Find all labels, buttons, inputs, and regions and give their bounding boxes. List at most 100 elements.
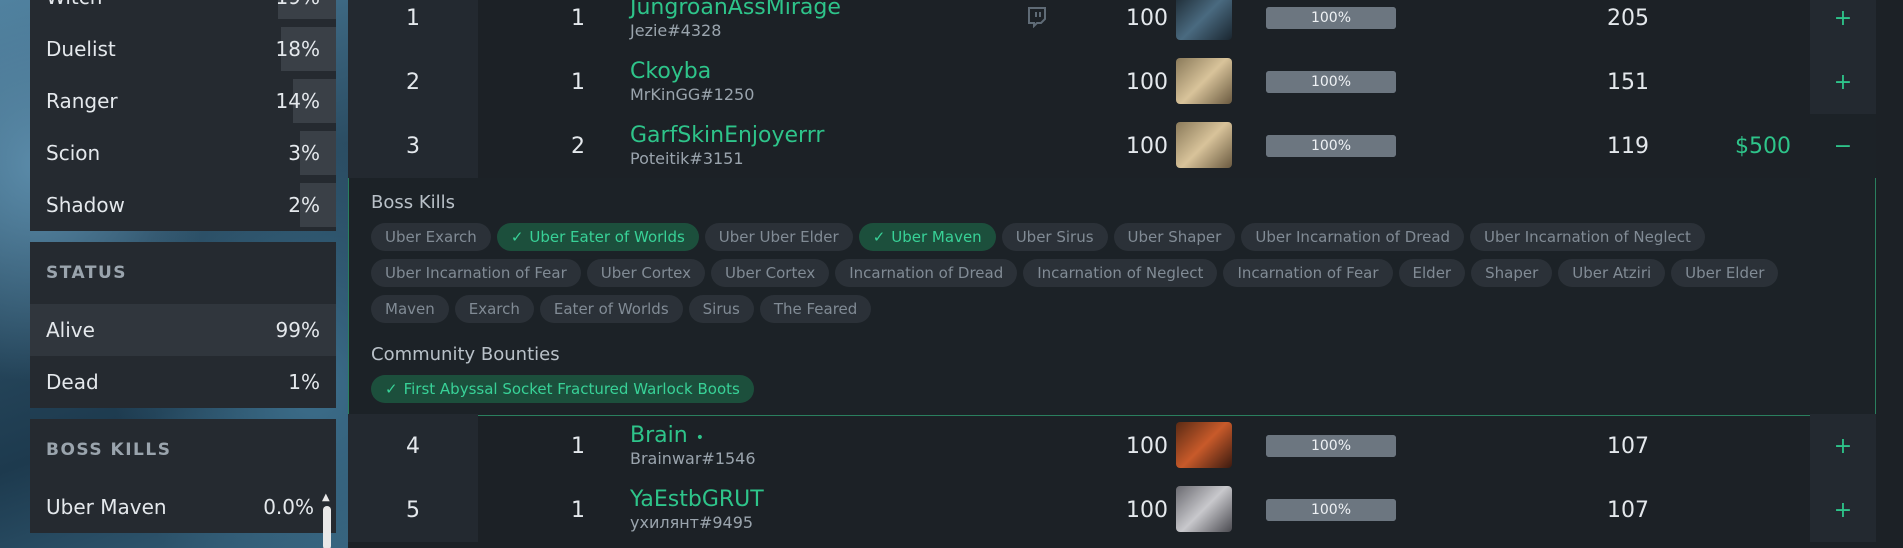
chip-label: Incarnation of Fear xyxy=(1237,264,1379,282)
class-filter-item[interactable]: Witch 19% xyxy=(30,0,336,23)
delve-depth-cell: 107 xyxy=(1607,433,1649,459)
boss-chip: ✓ Uber Maven xyxy=(858,223,996,251)
chip-label: Uber Sirus xyxy=(1015,228,1094,246)
level-cell: 100 xyxy=(1126,69,1168,95)
character-name-line: YaEstbGRUT xyxy=(630,487,764,513)
chip-label: Uber Cortex xyxy=(600,264,691,282)
status-filter-label: Dead xyxy=(46,370,99,394)
table-row[interactable]: 4 1 Brain • Brainwar#1546 100 100% 107 + xyxy=(348,414,1876,478)
account-name-link[interactable]: ухилянт#9495 xyxy=(630,513,764,533)
check-icon: ✓ xyxy=(872,228,886,246)
chip-label: The Feared xyxy=(773,300,858,318)
character-name-link[interactable]: Ckoyba xyxy=(630,59,711,84)
class-filter-item[interactable]: Ranger 14% xyxy=(30,75,336,127)
character-name-link[interactable]: GarfSkinEnjoyerrr xyxy=(630,123,824,148)
class-avatar-icon xyxy=(1176,122,1232,168)
chip-label: First Abyssal Socket Fractured Warlock B… xyxy=(403,380,740,398)
twitch-icon[interactable] xyxy=(1026,6,1048,29)
boss-chip: Uber Shaper xyxy=(1113,223,1236,251)
account-name-link[interactable]: Poteitik#3151 xyxy=(630,149,824,169)
table-row[interactable]: 3 2 GarfSkinEnjoyerrr Poteitik#3151 100 100% 1… xyxy=(348,114,1876,178)
chip-label: Uber Maven xyxy=(891,228,982,246)
character-cell: Ckoyba MrKinGG#1250 xyxy=(630,50,754,114)
expand-row-button[interactable]: + xyxy=(1810,414,1876,478)
level-progress-bar: 100% xyxy=(1266,499,1396,521)
account-name-link[interactable]: MrKinGG#1250 xyxy=(630,85,754,105)
chip-label: Shaper xyxy=(1485,264,1539,282)
level-cell: 100 xyxy=(1126,497,1168,523)
depth-cell: 1 xyxy=(571,5,585,31)
boss-kill-filter-item[interactable]: Uber Maven 0.0% xyxy=(30,481,336,533)
expand-row-button[interactable]: + xyxy=(1810,478,1876,542)
boss-chip: Elder xyxy=(1398,259,1466,287)
class-filter-panel: Witch 19% Duelist 18% Ranger 14% Scion 3% Shadow… xyxy=(30,0,336,231)
class-filter-percent: 3% xyxy=(288,141,320,165)
level-cell: 100 xyxy=(1126,433,1168,459)
level-cell: 100 xyxy=(1126,5,1168,31)
sidebar-scrollbar[interactable] xyxy=(323,506,331,548)
bounty-cell: $500 xyxy=(1735,133,1791,159)
delve-depth-cell: 205 xyxy=(1607,5,1649,31)
class-filter-percent: 14% xyxy=(275,89,320,113)
boss-chip: Uber Incarnation of Neglect xyxy=(1470,223,1705,251)
class-filter-label: Ranger xyxy=(46,89,118,113)
bounty-chip: ✓ First Abyssal Socket Fractured Warlock … xyxy=(371,375,754,403)
boss-chip: Uber Cortex xyxy=(710,259,830,287)
boss-kills-section-title: BOSS KILLS xyxy=(46,440,172,460)
account-name-link[interactable]: Brainwar#1546 xyxy=(630,449,756,469)
online-indicator-icon: • xyxy=(695,430,704,446)
table-row[interactable]: 2 1 Ckoyba MrKinGG#1250 100 100% 151 + xyxy=(348,50,1876,114)
boss-kills-heading: Boss Kills xyxy=(371,192,456,213)
chip-label: Uber Incarnation of Fear xyxy=(385,264,567,282)
delve-depth-cell: 151 xyxy=(1607,69,1649,95)
class-filter-item[interactable]: Duelist 18% xyxy=(30,23,336,75)
chip-label: Incarnation of Neglect xyxy=(1037,264,1204,282)
depth-cell: 2 xyxy=(571,133,585,159)
boss-chip: Maven xyxy=(371,295,449,323)
chip-label: Sirus xyxy=(702,300,740,318)
status-filter-panel: STATUS Alive 99% Dead 1% xyxy=(30,242,336,408)
character-name-link[interactable]: YaEstbGRUT xyxy=(630,487,764,512)
rank-cell: 4 xyxy=(348,414,478,478)
community-bounties-heading: Community Bounties xyxy=(371,344,560,365)
chip-label: Uber Uber Elder xyxy=(718,228,839,246)
boss-kill-filter-percent: 0.0% xyxy=(263,495,314,519)
level-progress-text: 100% xyxy=(1310,10,1352,26)
status-filter-alive[interactable]: Alive 99% xyxy=(30,304,336,356)
expand-row-button[interactable]: + xyxy=(1810,50,1876,114)
boss-kills-chips: Uber Exarch ✓ Uber Eater of Worlds Uber Ube… xyxy=(371,223,1815,323)
status-filter-dead[interactable]: Dead 1% xyxy=(30,356,336,408)
rank-cell: 2 xyxy=(348,50,478,114)
community-bounties-chips: ✓ First Abyssal Socket Fractured Warlock … xyxy=(371,375,1815,403)
class-avatar-icon xyxy=(1176,422,1232,468)
status-filter-label: Alive xyxy=(46,318,95,342)
delve-depth-cell: 119 xyxy=(1607,133,1649,159)
level-progress-text: 100% xyxy=(1310,74,1352,90)
character-name-link[interactable]: Brain xyxy=(630,423,688,448)
bounty-cell xyxy=(1703,0,1823,50)
bounty-cell xyxy=(1703,478,1823,542)
class-avatar-icon xyxy=(1176,58,1232,104)
boss-kills-filter-panel: BOSS KILLS Uber Maven 0.0% xyxy=(30,419,336,533)
chip-label: Uber Atziri xyxy=(1572,264,1652,282)
collapse-row-button[interactable]: − xyxy=(1810,114,1876,178)
chip-label: Uber Exarch xyxy=(385,228,477,246)
status-filter-percent: 99% xyxy=(275,318,320,342)
boss-chip: The Feared xyxy=(759,295,872,323)
class-filter-label: Scion xyxy=(46,141,101,165)
character-name-link[interactable]: JungroanAssMirage xyxy=(630,0,841,20)
expand-row-button[interactable]: + xyxy=(1810,0,1876,50)
class-filter-item[interactable]: Shadow 2% xyxy=(30,179,336,231)
status-section-title: STATUS xyxy=(46,263,128,283)
level-progress-bar: 100% xyxy=(1266,7,1396,29)
chip-label: Maven xyxy=(385,300,435,318)
class-filter-percent: 2% xyxy=(288,193,320,217)
boss-chip: Eater of Worlds xyxy=(539,295,683,323)
bounty-cell xyxy=(1703,50,1823,114)
table-row[interactable]: 5 1 YaEstbGRUT ухилянт#9495 100 100% 107 + xyxy=(348,478,1876,542)
character-cell: JungroanAssMirage Jezie#4328 xyxy=(630,0,841,50)
account-name-link[interactable]: Jezie#4328 xyxy=(630,21,841,41)
class-filter-label: Duelist xyxy=(46,37,116,61)
class-filter-item[interactable]: Scion 3% xyxy=(30,127,336,179)
table-row[interactable]: 1 1 JungroanAssMirage Jezie#4328 100 100% 205 + xyxy=(348,0,1876,50)
